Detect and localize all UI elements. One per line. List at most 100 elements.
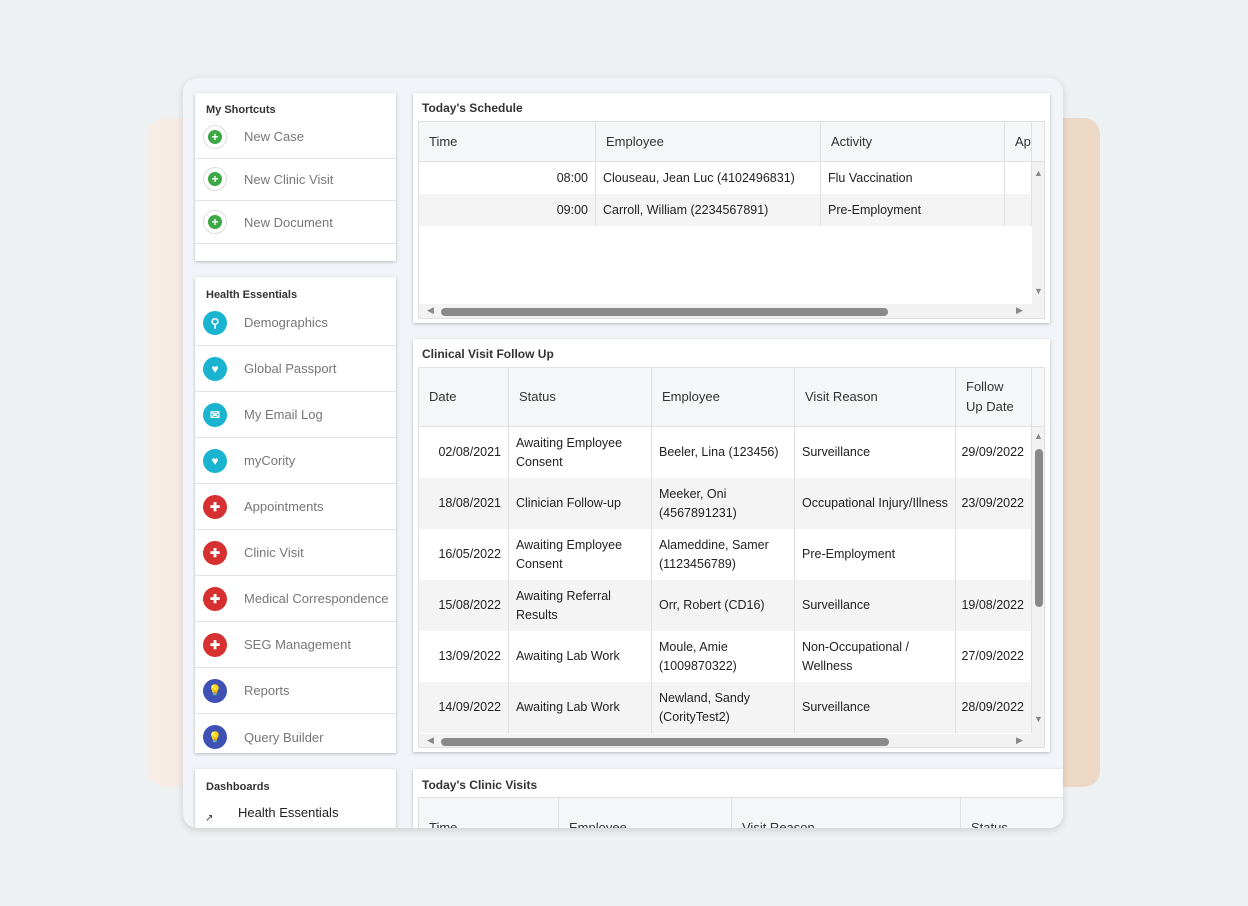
follow-up-panel: Clinical Visit Follow Up DateStatusEmplo… [413,339,1050,752]
lightbulb-icon: 💡 [203,679,227,703]
shortcut-new-case[interactable]: +New Case [195,115,396,159]
schedule-table: TimeEmployeeActivityAp 08:00Clouseau, Jea… [418,121,1045,319]
vertical-scrollbar[interactable] [1032,162,1045,304]
sidebar-item-seg-management[interactable]: ✚ SEG Management [195,622,396,668]
schedule-title: Today's Schedule [422,101,523,115]
column-header-filler [1032,368,1045,427]
table-cell: Flu Vaccination [821,162,1005,194]
sidebar-item-demographics[interactable]: ⚲Demographics [195,300,396,346]
horizontal-scrollbar[interactable]: ◀▶ [419,734,1045,748]
sidebar-item-query-builder[interactable]: 💡 Query Builder [195,714,396,760]
lightbulb-icon: 💡 [203,725,227,749]
horizontal-scrollbar[interactable]: ◀▶ [419,304,1045,318]
sidebar-item-reports[interactable]: 💡 Reports [195,668,396,714]
table-cell: 27/09/2022 [956,631,1032,682]
table-cell: Surveillance [795,427,956,478]
plus-circle-icon: + [203,210,227,234]
plus-circle-icon: + [203,125,227,149]
dashboards-panel: Dashboards ↗ Health Essentials [195,769,396,828]
table-cell: Carroll, William (2234567891) [596,194,821,226]
table-cell: 23/09/2022 [956,478,1032,529]
sidebar-item-label: Medical Correspondence [244,591,389,606]
table-cell: Awaiting Lab Work [509,631,652,682]
sidebar-item-appointments[interactable]: ✚ Appointments [195,484,396,530]
sidebar-item-label: Reports [244,683,290,698]
column-header[interactable]: Visit Reason [795,368,956,427]
shortcut-label: New Clinic Visit [244,172,333,187]
sidebar-item-label: My Email Log [244,407,323,422]
medical-kit-icon: ✚ [203,541,227,565]
column-header[interactable]: Activity [821,122,1005,162]
dashboard-item-health-essentials[interactable]: Health Essentials [238,805,338,820]
column-header[interactable]: Employee [652,368,795,427]
table-cell: Awaiting Employee Consent [509,529,652,580]
medical-kit-icon: ✚ [203,495,227,519]
table-cell: Awaiting Lab Work [509,682,652,733]
table-cell: Clouseau, Jean Luc (4102496831) [596,162,821,194]
column-header[interactable]: Date [419,368,509,427]
table-cell: Newland, Sandy (CorityTest2) [652,682,795,733]
sidebar-item-global-passport[interactable]: ♥ Global Passport [195,346,396,392]
shortcuts-panel: My Shortcuts +New Case+New Clinic Visit+… [195,93,396,261]
sidebar-item-label: Appointments [244,499,324,514]
table-cell: 02/08/2021 [419,427,509,478]
column-header[interactable]: Employee [559,798,732,828]
table-cell [956,529,1032,580]
column-header[interactable]: Ap [1005,122,1032,162]
sidebar-item-clinic-visit[interactable]: ✚ Clinic Visit [195,530,396,576]
sidebar-item-label: Global Passport [244,361,337,376]
health-essentials-panel: Health Essentials ⚲Demographics♥Global P… [195,277,396,753]
heart-icon: ♥ [203,449,227,473]
scrollbar-thumb[interactable] [1035,449,1043,607]
scroll-down-arrow[interactable]: ▼ [1034,286,1043,296]
scroll-up-arrow[interactable]: ▲ [1034,168,1043,178]
table-cell: Pre-Employment [795,529,956,580]
table-cell: Pre-Employment [821,194,1005,226]
column-header[interactable]: Visit Reason [732,798,961,828]
table-cell: Non-Occupational / Wellness [795,631,956,682]
table-cell: Clinician Follow-up [509,478,652,529]
sidebar-item-medical-correspondence[interactable]: ✚Medical Correspondence [195,576,396,622]
column-header[interactable]: Time [419,122,596,162]
table-cell: Beeler, Lina (123456) [652,427,795,478]
column-header[interactable]: Status [509,368,652,427]
table-cell: Occupational Injury/Illness [795,478,956,529]
table-cell: 29/09/2022 [956,427,1032,478]
table-cell: Awaiting Referral Results [509,580,652,631]
clinic-visits-title: Today's Clinic Visits [422,778,537,792]
dashboards-title: Dashboards [206,781,270,793]
sidebar-item-label: Clinic Visit [244,545,304,560]
sidebar-item-label: SEG Management [244,637,351,652]
clinic-visits-table: TimeEmployeeVisit ReasonStatus [418,797,1063,828]
table-cell [1005,194,1032,226]
sidebar-item-my-email-log[interactable]: ✉My Email Log [195,392,396,438]
table-cell: Orr, Robert (CD16) [652,580,795,631]
vertical-scrollbar[interactable]: ▲▼ [1032,427,1045,734]
column-header[interactable]: Time [419,798,559,828]
follow-up-table: DateStatusEmployeeVisit ReasonFollow Up … [418,367,1045,748]
table-cell: Surveillance [795,580,956,631]
plus-circle-icon: + [203,167,227,191]
table-cell: Surveillance [795,682,956,733]
heart-icon: ♥ [203,357,227,381]
table-cell: 14/09/2022 [419,682,509,733]
shortcut-new-document[interactable]: +New Document [195,201,396,244]
table-cell: 08:00 [419,162,596,194]
clinic-visits-panel: Today's Clinic Visits TimeEmployeeVisit … [413,769,1063,828]
sidebar-item-mycority[interactable]: ♥ myCority [195,438,396,484]
table-cell: 09:00 [419,194,596,226]
sidebar-item-label: Query Builder [244,730,323,745]
table-cell: 15/08/2022 [419,580,509,631]
table-cell: 16/05/2022 [419,529,509,580]
shortcut-new-clinic-visit[interactable]: + New Clinic Visit [195,158,396,201]
column-header[interactable]: Follow Up Date [956,368,1032,427]
column-header[interactable]: Employee [596,122,821,162]
column-header[interactable]: Status [961,798,1063,828]
sidebar-item-label: myCority [244,453,295,468]
table-cell: 19/08/2022 [956,580,1032,631]
table-cell: Alameddine, Samer (1123456789) [652,529,795,580]
sidebar-item-label: Demographics [244,315,328,330]
medical-kit-icon: ✚ [203,633,227,657]
chart-icon: ↗ [205,813,213,824]
table-cell: 18/08/2021 [419,478,509,529]
